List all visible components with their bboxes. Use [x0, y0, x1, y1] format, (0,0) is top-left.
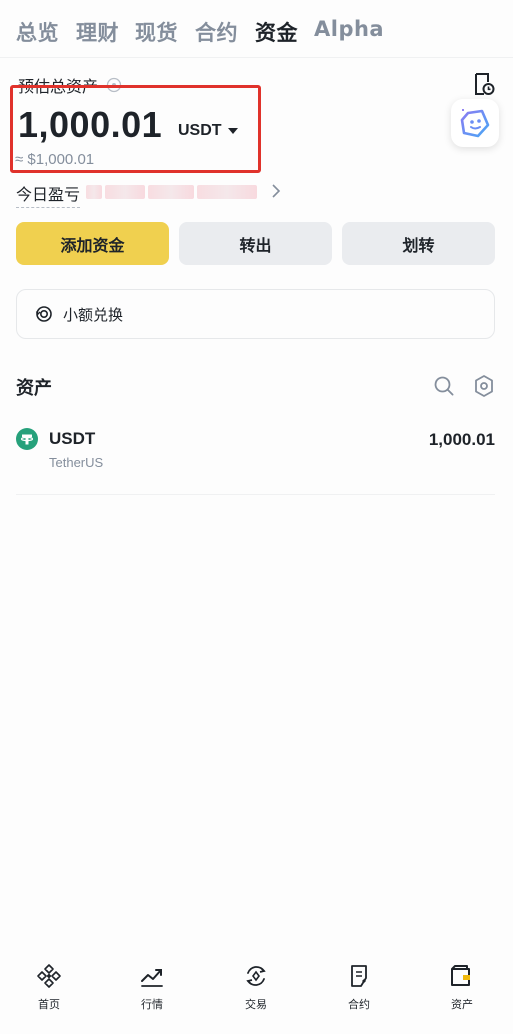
- total-balance-amount: 1,000.01: [18, 104, 163, 145]
- today-pnl-label[interactable]: 今日盈亏: [16, 181, 81, 208]
- currency-label: USDT: [178, 122, 222, 139]
- tab-funding[interactable]: 资金: [255, 17, 298, 47]
- tab-spot[interactable]: 现货: [135, 17, 178, 47]
- add-funds-button[interactable]: 添加资金: [16, 222, 169, 265]
- pnl-value-hidden: [86, 183, 266, 201]
- top-tabs: 总览 理财 现货 合约 资金 Alpha: [0, 0, 513, 58]
- asset-symbol: USDT: [49, 429, 96, 448]
- asset-name: TetherUS: [49, 455, 104, 470]
- transfer-out-button[interactable]: 转出: [179, 222, 332, 265]
- currency-selector[interactable]: USDT: [178, 121, 238, 141]
- bottom-nav: 首页 行情 交易 合约 资产: [0, 955, 513, 1034]
- trade-icon: [246, 966, 266, 986]
- small-convert-card[interactable]: 小额兑换: [16, 289, 495, 339]
- transfer-button[interactable]: 划转: [342, 222, 495, 265]
- ai-assistant-button[interactable]: [451, 99, 499, 147]
- asset-amount: 1,000.01: [428, 430, 495, 449]
- nav-home-label: 首页: [38, 998, 60, 1011]
- home-icon: [37, 964, 61, 988]
- tab-alpha[interactable]: Alpha: [314, 17, 384, 41]
- fiat-equivalent: ≈ $1,000.01: [15, 151, 95, 168]
- nav-home[interactable]: 首页: [19, 963, 79, 1012]
- history-icon[interactable]: [473, 72, 495, 96]
- markets-icon: [141, 969, 163, 987]
- convert-icon: [35, 306, 52, 322]
- small-convert-label: 小额兑换: [63, 305, 124, 324]
- hexagon-settings-icon[interactable]: [473, 374, 495, 398]
- tab-overview[interactable]: 总览: [16, 17, 59, 47]
- nav-futures[interactable]: 合约: [329, 963, 389, 1012]
- search-icon[interactable]: [433, 375, 455, 397]
- caret-down-icon: [227, 128, 238, 134]
- tab-futures[interactable]: 合约: [195, 17, 238, 47]
- assets-section-title: 资产: [16, 378, 52, 399]
- chevron-right-icon[interactable]: [271, 184, 281, 198]
- nav-markets[interactable]: 行情: [122, 963, 182, 1012]
- nav-markets-label: 行情: [141, 998, 163, 1011]
- wallet-icon: [451, 965, 470, 986]
- nav-trade[interactable]: 交易: [226, 963, 286, 1012]
- nav-assets-label: 资产: [451, 998, 473, 1011]
- nav-assets[interactable]: 资产: [432, 963, 492, 1012]
- assistant-robot-icon: [460, 109, 490, 138]
- futures-icon: [351, 965, 367, 987]
- asset-row[interactable]: USDT TetherUS 1,000.01: [16, 420, 495, 495]
- tab-earn[interactable]: 理财: [76, 17, 119, 47]
- nav-trade-label: 交易: [245, 998, 267, 1011]
- nav-futures-label: 合约: [348, 998, 370, 1011]
- tether-icon: [16, 428, 38, 450]
